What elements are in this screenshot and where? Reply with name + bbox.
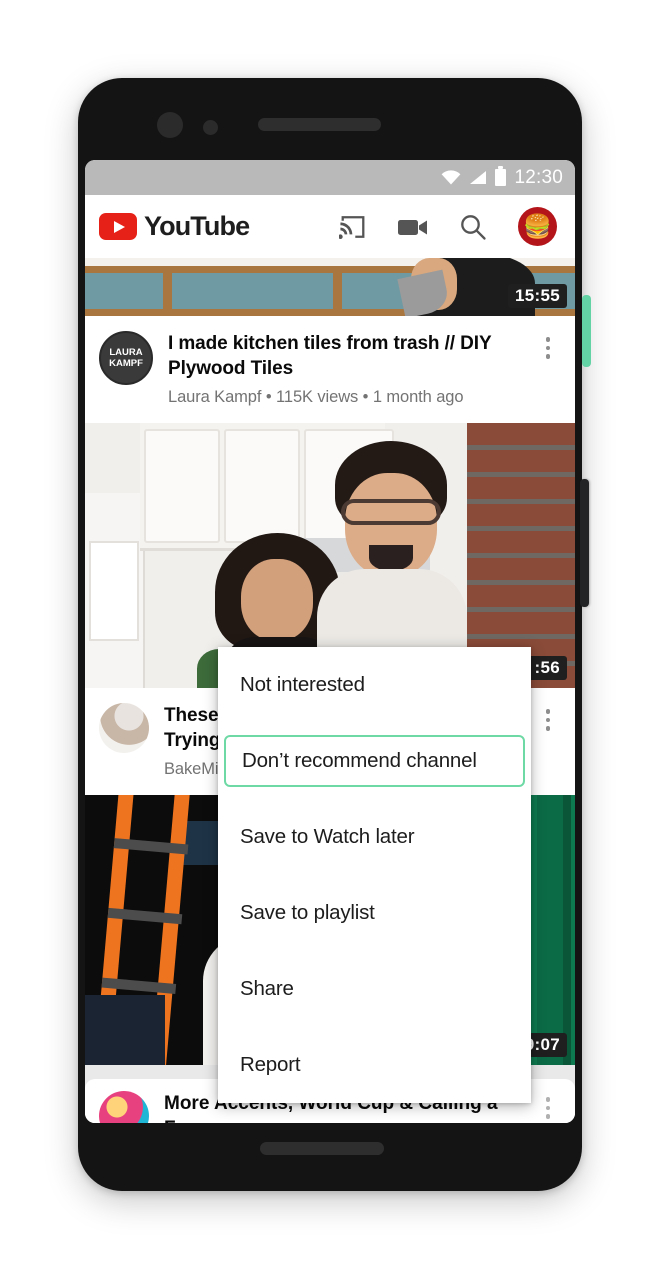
video-title: I made kitchen tiles from trash // DIY P… (168, 333, 492, 379)
proximity-sensor-icon (203, 120, 218, 135)
video-camera-icon[interactable] (398, 212, 428, 242)
channel-avatar[interactable] (99, 1091, 149, 1123)
wifi-icon (441, 170, 461, 185)
bottom-speaker-grille (260, 1142, 384, 1155)
menu-item-report[interactable]: Report (218, 1027, 531, 1103)
app-bar: YouTube 🍔 (85, 195, 575, 258)
video-feed[interactable]: 15:55 LAURA KAMPF I made kitchen tiles f… (85, 258, 575, 1123)
app-bar-actions: 🍔 (338, 207, 561, 246)
cast-icon[interactable] (338, 212, 368, 242)
video-card-1[interactable]: LAURA KAMPF I made kitchen tiles from tr… (85, 316, 575, 423)
channel-avatar-label: LAURA KAMPF (109, 347, 143, 369)
earpiece-speaker (258, 118, 381, 131)
menu-item-dont-recommend-channel[interactable]: Don’t recommend channel (224, 735, 525, 787)
video-overflow-menu-button[interactable] (535, 703, 561, 779)
video-overflow-menu-button[interactable] (535, 331, 561, 407)
video-meta-1: LAURA KAMPF I made kitchen tiles from tr… (85, 316, 575, 423)
screenshot-root: 12:30 YouTube 🍔 15:55 LAURA KAMPF I made… (0, 0, 660, 1283)
menu-item-not-interested[interactable]: Not interested (218, 647, 531, 723)
youtube-wordmark: YouTube (144, 211, 250, 241)
status-bar-clock: 12:30 (514, 166, 563, 188)
video-duration-badge: 15:55 (508, 284, 567, 308)
search-icon[interactable] (458, 212, 488, 242)
menu-item-dont-recommend-wrapper: Don’t recommend channel (218, 723, 531, 799)
phone-screen: 12:30 YouTube 🍔 15:55 LAURA KAMPF I made… (85, 160, 575, 1123)
video-text-block-1: I made kitchen tiles from trash // DIY P… (168, 331, 520, 407)
status-bar: 12:30 (85, 160, 575, 195)
cellular-signal-icon (469, 170, 487, 185)
video-duration-badge: :56 (527, 656, 567, 680)
battery-icon (495, 166, 507, 186)
channel-avatar[interactable] (99, 703, 149, 753)
video-overflow-menu-button[interactable] (535, 1091, 561, 1119)
youtube-play-icon (99, 213, 137, 240)
account-avatar[interactable]: 🍔 (518, 207, 557, 246)
video-context-menu[interactable]: Not interested Don’t recommend channel S… (218, 647, 531, 1103)
front-camera-icon (157, 112, 183, 138)
volume-rocker-button[interactable] (580, 479, 589, 607)
video-subtitle: Laura Kampf • 115K views • 1 month ago (168, 388, 464, 406)
youtube-logo[interactable]: YouTube (99, 211, 250, 242)
channel-avatar[interactable]: LAURA KAMPF (99, 331, 153, 385)
video-thumbnail-1[interactable]: 15:55 (85, 258, 575, 316)
menu-item-save-to-watch-later[interactable]: Save to Watch later (218, 799, 531, 875)
menu-item-save-to-playlist[interactable]: Save to playlist (218, 875, 531, 951)
power-button[interactable] (582, 295, 591, 367)
menu-item-share[interactable]: Share (218, 951, 531, 1027)
